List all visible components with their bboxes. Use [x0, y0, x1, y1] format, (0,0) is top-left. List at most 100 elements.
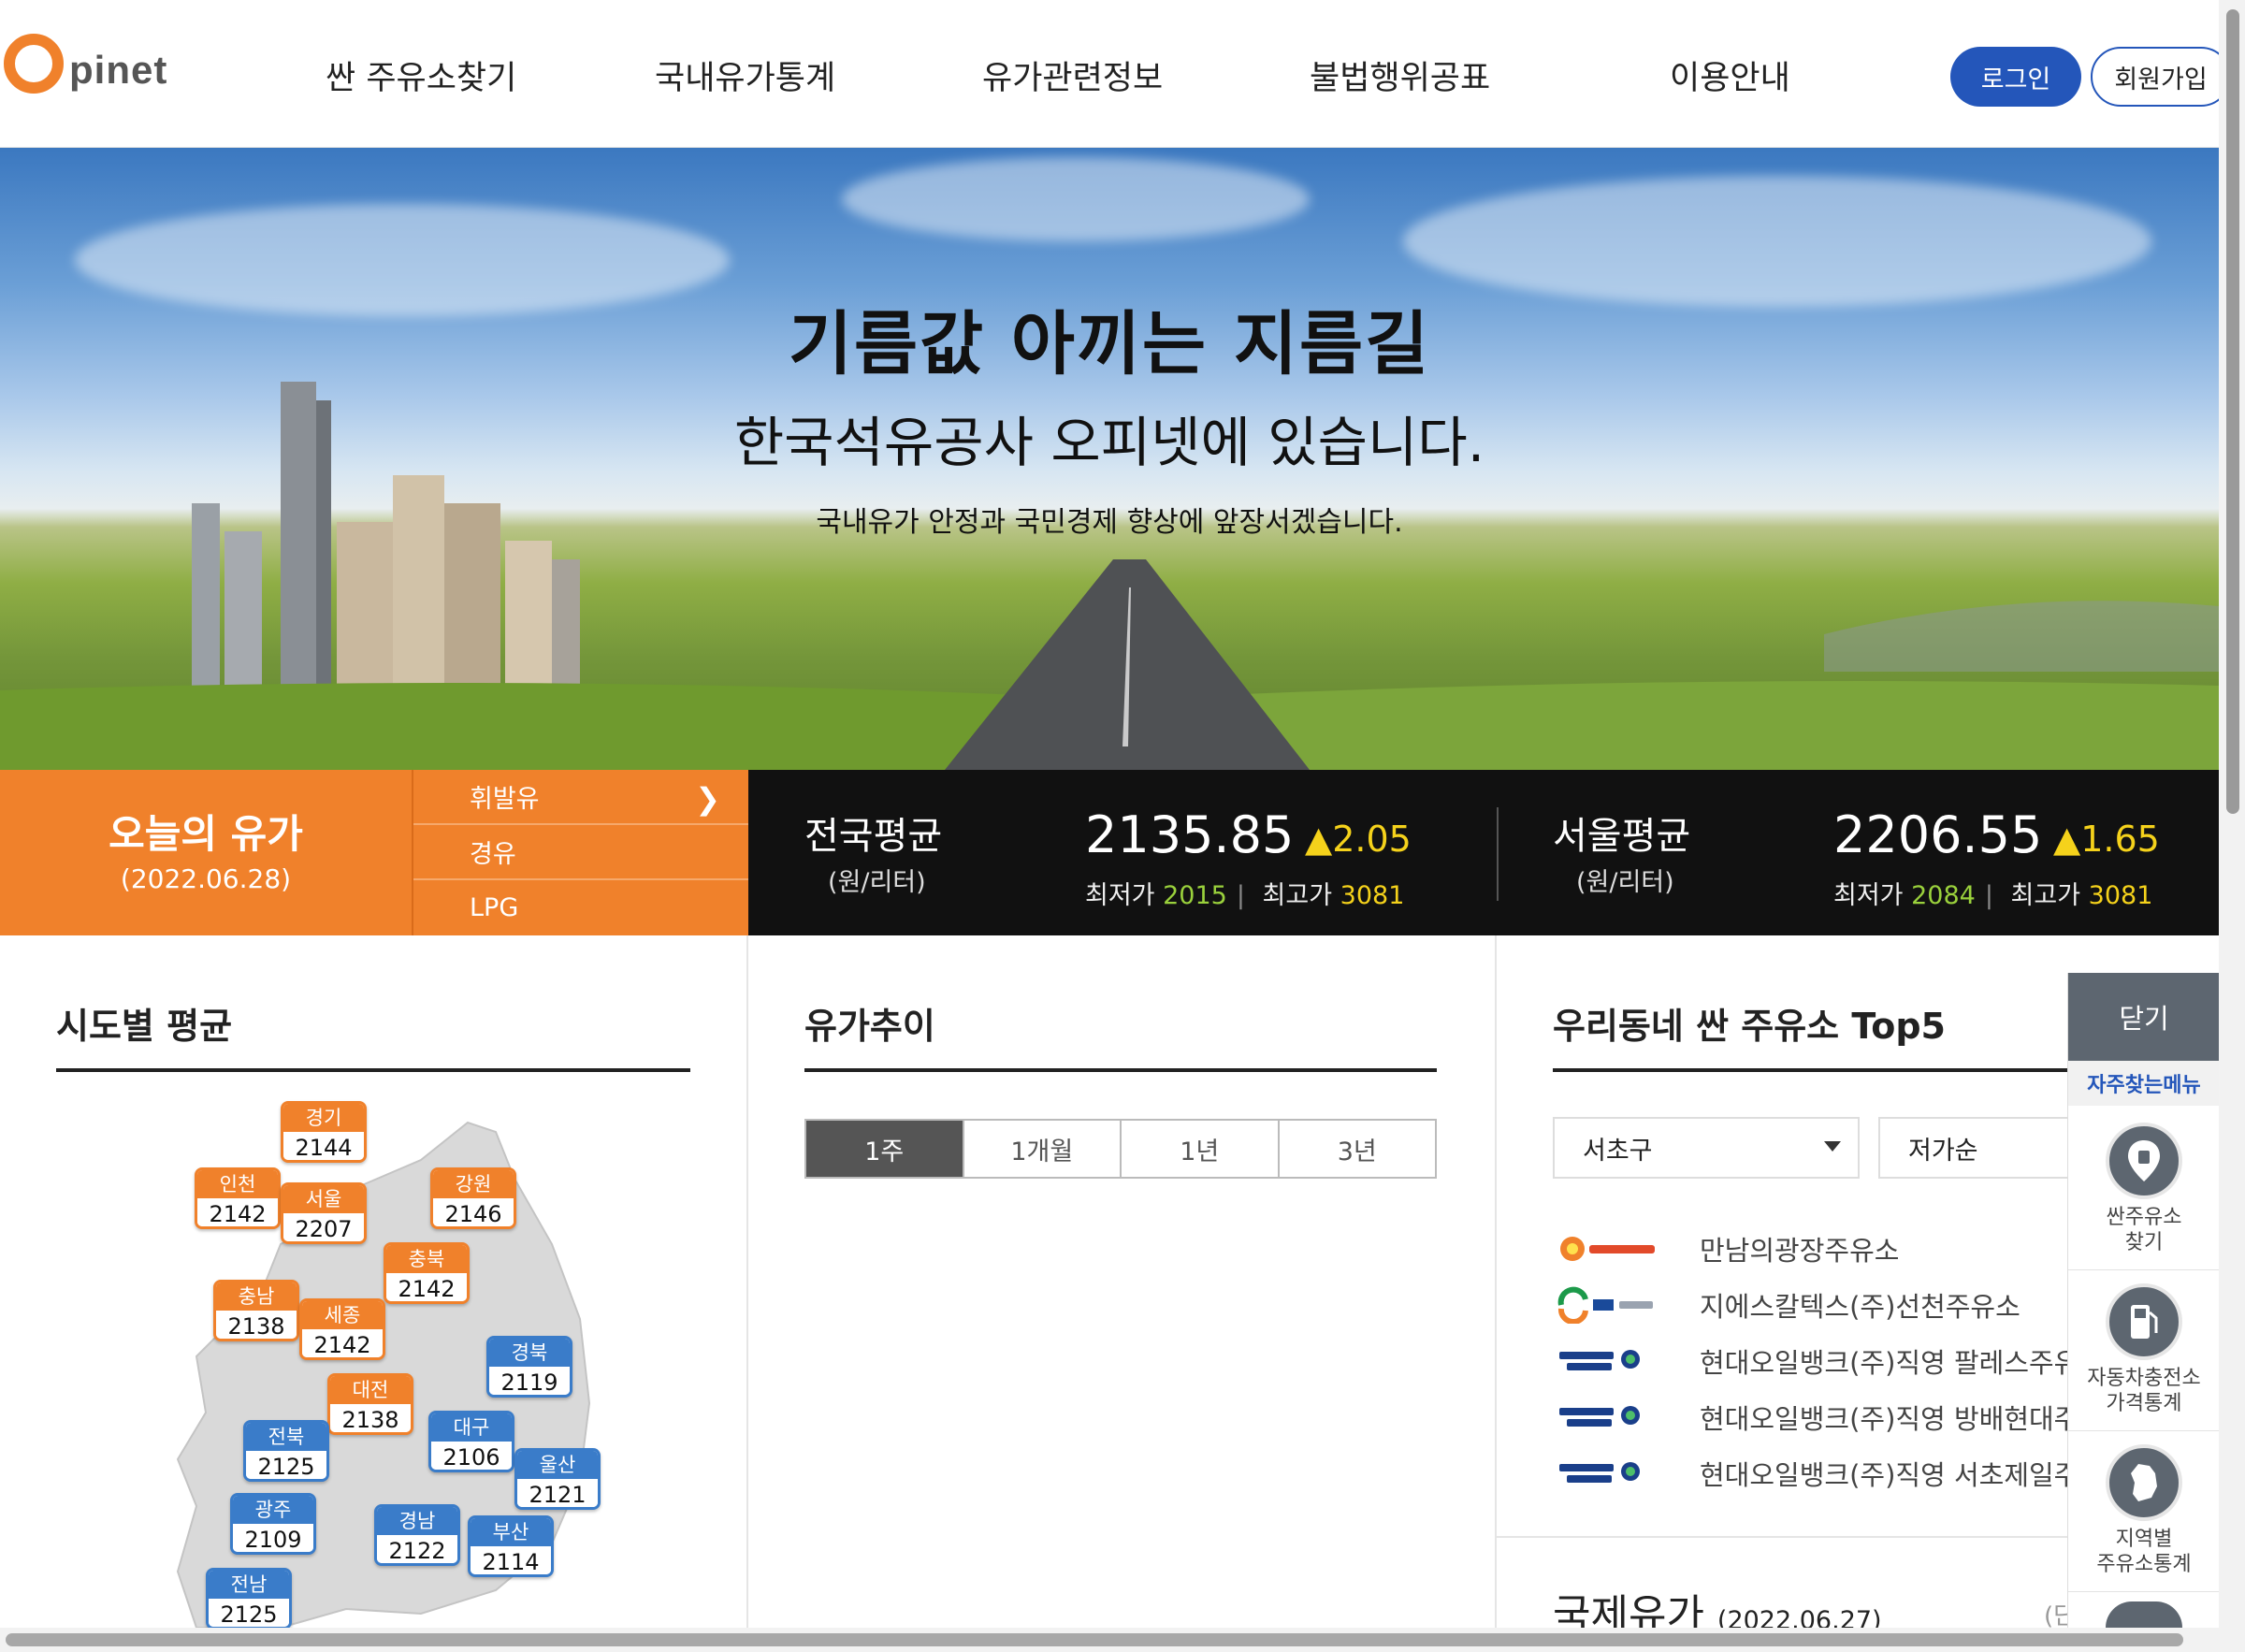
region-marker-gangwon[interactable]: 강원 2146 — [430, 1167, 516, 1229]
fuel-tab-label: LPG — [470, 893, 519, 922]
region-value: 2142 — [302, 1329, 383, 1357]
national-average-label: 전국평균 — [804, 815, 943, 858]
region-marker-daejeon[interactable]: 대전 2138 — [327, 1373, 413, 1435]
station-row[interactable]: 현대오일뱅크(주)직영 서초제일주유소 — [1557, 1450, 2129, 1497]
region-name: 강원 — [433, 1170, 514, 1198]
horizontal-scrollbar[interactable] — [0, 1628, 2245, 1652]
regional-average-title: 시도별 평균 — [56, 1006, 233, 1047]
seoul-unit: (원/리터) — [1576, 868, 1674, 897]
national-min-price: 2015 — [1163, 881, 1227, 910]
national-average-value: 2135.85 — [1085, 805, 1295, 864]
seoul-max-price: 3081 — [2088, 881, 2153, 910]
region-value: 2119 — [489, 1367, 570, 1395]
nav-cheap-station[interactable]: 싼 주유소찾기 — [326, 51, 516, 99]
period-tab-1year[interactable]: 1년 — [1122, 1121, 1280, 1177]
vertical-scrollbar[interactable] — [2219, 0, 2245, 1652]
region-value: 2138 — [216, 1311, 297, 1339]
seoul-change: ▲1.65 — [2053, 819, 2160, 860]
login-button[interactable]: 로그인 — [1950, 47, 2081, 107]
quick-item-cheap-station[interactable]: 싼주유소 찾기 — [2068, 1109, 2220, 1270]
station-row[interactable]: 만남의광장주유소 — [1557, 1225, 2072, 1272]
nav-domestic-stats[interactable]: 국내유가통계 — [655, 51, 835, 99]
price-divider — [1497, 807, 1499, 901]
fuel-tab-diesel[interactable]: 경유 — [413, 825, 748, 880]
station-row[interactable]: 현대오일뱅크(주)직영 팔레스주유소 — [1557, 1338, 2104, 1384]
region-marker-busan[interactable]: 부산 2114 — [468, 1515, 554, 1577]
region-marker-chungnam[interactable]: 충남 2138 — [213, 1280, 299, 1341]
horizontal-scrollbar-thumb[interactable] — [6, 1633, 2183, 1646]
period-tab-1month[interactable]: 1개월 — [963, 1121, 1122, 1177]
sort-select[interactable]: 저가순 — [1878, 1117, 2067, 1179]
period-tab-3years[interactable]: 3년 — [1279, 1121, 1435, 1177]
gs-caltex-brand-icon — [1557, 1286, 1660, 1324]
region-marker-jeonbuk[interactable]: 전북 2125 — [243, 1420, 329, 1482]
quick-menu-close-button[interactable]: 닫기 — [2068, 973, 2220, 1061]
fuel-pump-icon — [2106, 1283, 2182, 1360]
chevron-right-icon: ❯ — [695, 781, 720, 817]
region-name: 세종 — [302, 1301, 383, 1329]
nav-illegal-disclosure[interactable]: 불법행위공표 — [1310, 51, 1490, 99]
section-underline — [56, 1068, 690, 1072]
district-select-value: 서초구 — [1583, 1136, 1653, 1166]
nav-guide[interactable]: 이용안내 — [1670, 51, 1790, 99]
nav-price-info[interactable]: 유가관련정보 — [982, 51, 1163, 99]
average-price-panel: 전국평균 (원/리터) 2135.85 ▲2.05 최저가 2015 | 최고가 … — [748, 770, 2219, 935]
quick-item-charger-stats[interactable]: 자동차충전소 가격통계 — [2068, 1270, 2220, 1431]
fuel-tab-lpg[interactable]: LPG — [413, 880, 748, 935]
opinet-logo[interactable]: pinet — [4, 34, 167, 94]
join-button[interactable]: 회원가입 — [2091, 47, 2231, 107]
logo-o-mark — [4, 34, 64, 94]
fuel-tab-label: 경유 — [470, 840, 516, 869]
hyundai-oilbank-brand-icon — [1557, 1455, 1660, 1492]
station-row[interactable]: 현대오일뱅크(주)직영 방배현대주유소 — [1557, 1394, 2129, 1441]
region-value: 2125 — [246, 1451, 326, 1479]
min-price-label: 최저가 — [1833, 881, 1904, 910]
quick-item-regional-stats[interactable]: 지역별 주유소통계 — [2068, 1431, 2220, 1592]
region-marker-chungbuk[interactable]: 충북 2142 — [384, 1242, 470, 1304]
district-select[interactable]: 서초구 — [1553, 1117, 1860, 1179]
region-marker-daegu[interactable]: 대구 2106 — [428, 1411, 514, 1472]
national-unit: (원/리터) — [828, 868, 926, 897]
region-marker-gyeongbuk[interactable]: 경북 2119 — [486, 1336, 572, 1398]
hero-subheadline: 한국석유공사 오피넷에 있습니다. — [733, 411, 1485, 474]
fuel-tab-label: 휘발유 — [470, 785, 540, 814]
region-marker-incheon[interactable]: 인천 2142 — [195, 1167, 281, 1229]
section-underline — [1553, 1068, 2067, 1072]
region-marker-gyeongnam[interactable]: 경남 2122 — [374, 1504, 460, 1566]
sort-select-value: 저가순 — [1908, 1136, 1978, 1166]
period-tab-1week[interactable]: 1주 — [806, 1121, 964, 1177]
max-price-label: 최고가 — [1262, 881, 1333, 910]
max-price-label: 최고가 — [2010, 881, 2081, 910]
quick-menu-title: 자주찾는메뉴 — [2068, 1061, 2220, 1106]
region-value: 2121 — [517, 1479, 598, 1507]
station-row[interactable]: 지에스칼텍스(주)선천주유소 — [1557, 1282, 2072, 1328]
region-marker-gyeonggi[interactable]: 경기 2144 — [281, 1101, 367, 1163]
top5-title: 우리동네 싼 주유소 Top5 — [1553, 1006, 1946, 1047]
hero-banner: 기름값 아끼는 지름길 한국석유공사 오피넷에 있습니다. 국내유가 안정과 국… — [0, 148, 2219, 770]
period-tabs: 1주 1개월 1년 3년 — [804, 1119, 1437, 1179]
hyundai-oilbank-brand-icon — [1557, 1398, 1660, 1436]
quick-menu: 닫기 자주찾는메뉴 싼주유소 찾기 자동차충전소 가격통계 지역별 주유소통계 — [2067, 973, 2220, 1628]
today-price-box: 오늘의 유가 (2022.06.28) — [0, 770, 412, 935]
region-name: 경남 — [377, 1507, 457, 1535]
column-divider — [746, 935, 748, 1628]
section-underline — [804, 1068, 1437, 1072]
region-value: 2106 — [431, 1442, 512, 1470]
station-name: 만남의광장주유소 — [1700, 1235, 1900, 1267]
fuel-tab-gasoline[interactable]: 휘발유 ❯ — [413, 770, 748, 825]
today-price-title: 오늘의 유가 — [109, 811, 303, 857]
region-marker-ulsan[interactable]: 울산 2121 — [514, 1448, 601, 1510]
price-trend-title: 유가추이 — [804, 1006, 935, 1047]
dropdown-arrow-icon — [1824, 1141, 1841, 1152]
region-value: 2114 — [471, 1546, 551, 1574]
region-value: 2207 — [283, 1213, 364, 1241]
region-marker-seoul[interactable]: 서울 2207 — [281, 1182, 367, 1244]
region-marker-sejong[interactable]: 세종 2142 — [299, 1298, 385, 1360]
region-marker-gwangju[interactable]: 광주 2109 — [230, 1493, 316, 1555]
hero-tagline: 국내유가 안정과 국민경제 향상에 앞장서겠습니다. — [816, 506, 1403, 539]
vertical-scrollbar-thumb[interactable] — [2226, 9, 2239, 814]
region-value: 2109 — [233, 1524, 313, 1552]
region-marker-jeonnam[interactable]: 전남 2125 — [206, 1568, 292, 1630]
region-value: 2122 — [377, 1535, 457, 1563]
region-value: 2142 — [386, 1273, 467, 1301]
